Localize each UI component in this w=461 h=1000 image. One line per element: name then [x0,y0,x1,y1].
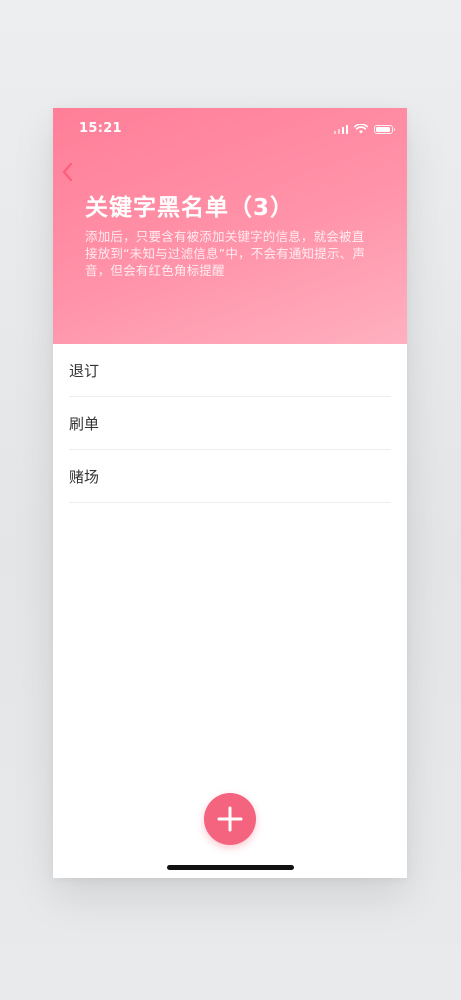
keyword-item[interactable]: 退订 [69,344,391,397]
keyword-list: 退订 刷单 赌场 [69,344,391,503]
battery-icon [374,124,395,134]
add-keyword-button[interactable] [204,793,256,845]
home-indicator [167,865,294,870]
plus-icon [217,806,243,832]
header-banner: 15:21 关键字黑名单（3） 添加后，只要含有被添加关键字的信息，就会被直接放… [53,108,407,344]
keyword-item[interactable]: 赌场 [69,450,391,503]
keyword-item[interactable]: 刷单 [69,397,391,450]
page-description: 添加后，只要含有被添加关键字的信息，就会被直接放到“未知与过滤信息”中，不会有通… [85,229,366,278]
status-icons [333,123,395,135]
wifi-icon [354,124,368,134]
chevron-left-icon[interactable] [59,160,77,184]
signal-icon [333,124,348,134]
battery-level [376,126,390,132]
status-bar: 15:21 [53,108,407,152]
phone-screen: 15:21 关键字黑名单（3） 添加后，只要含有被添加关键字的信息，就会被直接放… [53,108,407,878]
page-title: 关键字黑名单（3） [85,195,295,221]
status-time: 15:21 [79,121,122,136]
